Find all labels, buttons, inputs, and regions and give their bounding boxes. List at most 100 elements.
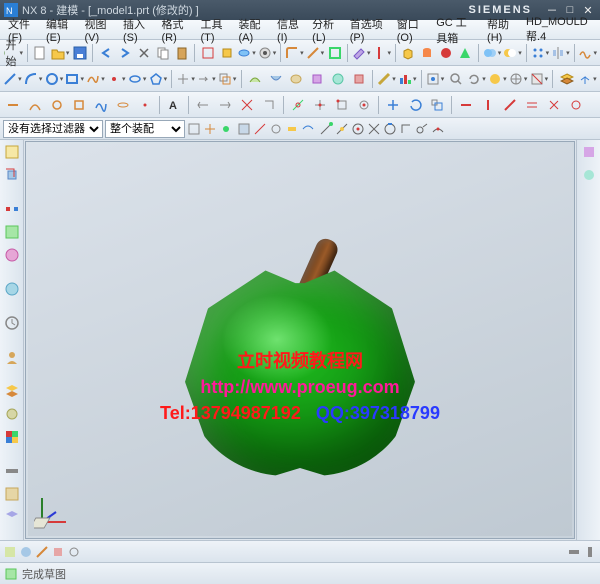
curve-3[interactable] bbox=[47, 95, 67, 115]
menu-format[interactable]: 格式(R) bbox=[158, 14, 195, 46]
redo-button[interactable] bbox=[116, 43, 133, 63]
constraint-2[interactable] bbox=[478, 95, 498, 115]
paste-button[interactable] bbox=[173, 43, 190, 63]
hole-button[interactable] bbox=[258, 43, 277, 63]
layer-button[interactable] bbox=[557, 69, 576, 89]
curve-1[interactable] bbox=[3, 95, 23, 115]
spline-tool[interactable] bbox=[86, 69, 105, 89]
open-button[interactable] bbox=[51, 43, 70, 63]
new-button[interactable] bbox=[32, 43, 49, 63]
nav-constraint[interactable] bbox=[2, 199, 22, 219]
analysis-tool[interactable] bbox=[398, 69, 417, 89]
edit-3[interactable] bbox=[237, 95, 257, 115]
extend-tool[interactable] bbox=[197, 69, 216, 89]
snap-near[interactable] bbox=[431, 122, 445, 136]
nav-layers[interactable] bbox=[2, 381, 22, 401]
nav-partnavigator[interactable] bbox=[2, 142, 22, 162]
snap-3[interactable] bbox=[332, 95, 352, 115]
nav-render[interactable] bbox=[2, 484, 22, 504]
sketch-button[interactable] bbox=[199, 43, 216, 63]
start-button[interactable]: 开始 bbox=[3, 43, 23, 63]
curve-2[interactable] bbox=[25, 95, 45, 115]
box-button[interactable] bbox=[400, 43, 417, 63]
menu-info[interactable]: 信息(I) bbox=[273, 14, 306, 46]
snap-intersect[interactable] bbox=[367, 122, 381, 136]
snap-mid[interactable] bbox=[335, 122, 349, 136]
menu-edit[interactable]: 编辑(E) bbox=[42, 14, 79, 46]
arc-tool[interactable] bbox=[24, 69, 43, 89]
chamfer-button[interactable] bbox=[306, 43, 325, 63]
constraint-5[interactable] bbox=[544, 95, 564, 115]
fillet-button[interactable] bbox=[285, 43, 304, 63]
filter-b3[interactable] bbox=[219, 122, 233, 136]
bot-r2[interactable] bbox=[583, 545, 597, 559]
rotate-tool[interactable] bbox=[405, 95, 425, 115]
pattern-button[interactable] bbox=[531, 43, 550, 63]
measure-tool[interactable] bbox=[377, 69, 396, 89]
menu-hdmould[interactable]: HD_MOULD 帮.4 bbox=[522, 14, 596, 46]
subtract-button[interactable] bbox=[503, 43, 522, 63]
unite-button[interactable] bbox=[483, 43, 502, 63]
menu-prefs[interactable]: 首选项(P) bbox=[346, 14, 391, 46]
nav-browser[interactable] bbox=[2, 279, 22, 299]
filter-b4[interactable] bbox=[237, 122, 251, 136]
nav-reuse[interactable] bbox=[2, 222, 22, 242]
view-shade-button[interactable] bbox=[488, 69, 507, 89]
snap-2[interactable] bbox=[310, 95, 330, 115]
move-tool[interactable] bbox=[383, 95, 403, 115]
constraint-3[interactable] bbox=[500, 95, 520, 115]
view-section-button[interactable] bbox=[530, 69, 549, 89]
bot-b2[interactable] bbox=[19, 545, 33, 559]
polygon-tool[interactable] bbox=[148, 69, 167, 89]
line-tool[interactable] bbox=[3, 69, 22, 89]
bot-b5[interactable] bbox=[67, 545, 81, 559]
surface-tool-1[interactable] bbox=[245, 69, 264, 89]
bot-r1[interactable] bbox=[567, 545, 581, 559]
edit-1[interactable] bbox=[193, 95, 213, 115]
rect-tool[interactable] bbox=[65, 69, 84, 89]
datum-plane-button[interactable] bbox=[352, 43, 371, 63]
surface-tool-4[interactable] bbox=[308, 69, 327, 89]
circle-tool[interactable] bbox=[45, 69, 64, 89]
save-button[interactable] bbox=[71, 43, 88, 63]
cone-button[interactable] bbox=[457, 43, 474, 63]
filter-b2[interactable] bbox=[203, 122, 217, 136]
constraint-4[interactable] bbox=[522, 95, 542, 115]
right-tool-1[interactable] bbox=[579, 142, 599, 162]
nav-more[interactable] bbox=[2, 507, 22, 527]
trim-tool[interactable] bbox=[176, 69, 195, 89]
nav-material[interactable] bbox=[2, 404, 22, 424]
mirror-button[interactable] bbox=[551, 43, 570, 63]
edit-2[interactable] bbox=[215, 95, 235, 115]
menu-analysis[interactable]: 分析(L) bbox=[308, 14, 344, 46]
nav-history[interactable] bbox=[2, 313, 22, 333]
constraint-1[interactable] bbox=[456, 95, 476, 115]
view-fit-button[interactable] bbox=[426, 69, 445, 89]
view-wireframe-button[interactable] bbox=[509, 69, 528, 89]
surface-tool-3[interactable] bbox=[287, 69, 306, 89]
copy-button[interactable] bbox=[154, 43, 171, 63]
snap-center[interactable] bbox=[351, 122, 365, 136]
bot-b1[interactable] bbox=[3, 545, 17, 559]
cylinder-button[interactable] bbox=[419, 43, 436, 63]
scope-filter[interactable]: 整个装配 bbox=[105, 120, 185, 138]
wcs-button[interactable] bbox=[578, 69, 597, 89]
menu-assembly[interactable]: 装配(A) bbox=[235, 14, 272, 46]
snap-end[interactable] bbox=[319, 122, 333, 136]
filter-b8[interactable] bbox=[301, 122, 315, 136]
snap-1[interactable] bbox=[288, 95, 308, 115]
curve-4[interactable] bbox=[69, 95, 89, 115]
curve-6[interactable] bbox=[113, 95, 133, 115]
filter-b5[interactable] bbox=[253, 122, 267, 136]
bot-b3[interactable] bbox=[35, 545, 49, 559]
snap-perp[interactable] bbox=[399, 122, 413, 136]
filter-b7[interactable] bbox=[285, 122, 299, 136]
nav-visual[interactable] bbox=[2, 461, 22, 481]
scale-tool[interactable] bbox=[427, 95, 447, 115]
offset-tool[interactable] bbox=[218, 69, 237, 89]
edit-4[interactable] bbox=[259, 95, 279, 115]
right-tool-2[interactable] bbox=[579, 165, 599, 185]
surface-tool-2[interactable] bbox=[266, 69, 285, 89]
filter-b1[interactable] bbox=[187, 122, 201, 136]
point-tool[interactable] bbox=[107, 69, 126, 89]
